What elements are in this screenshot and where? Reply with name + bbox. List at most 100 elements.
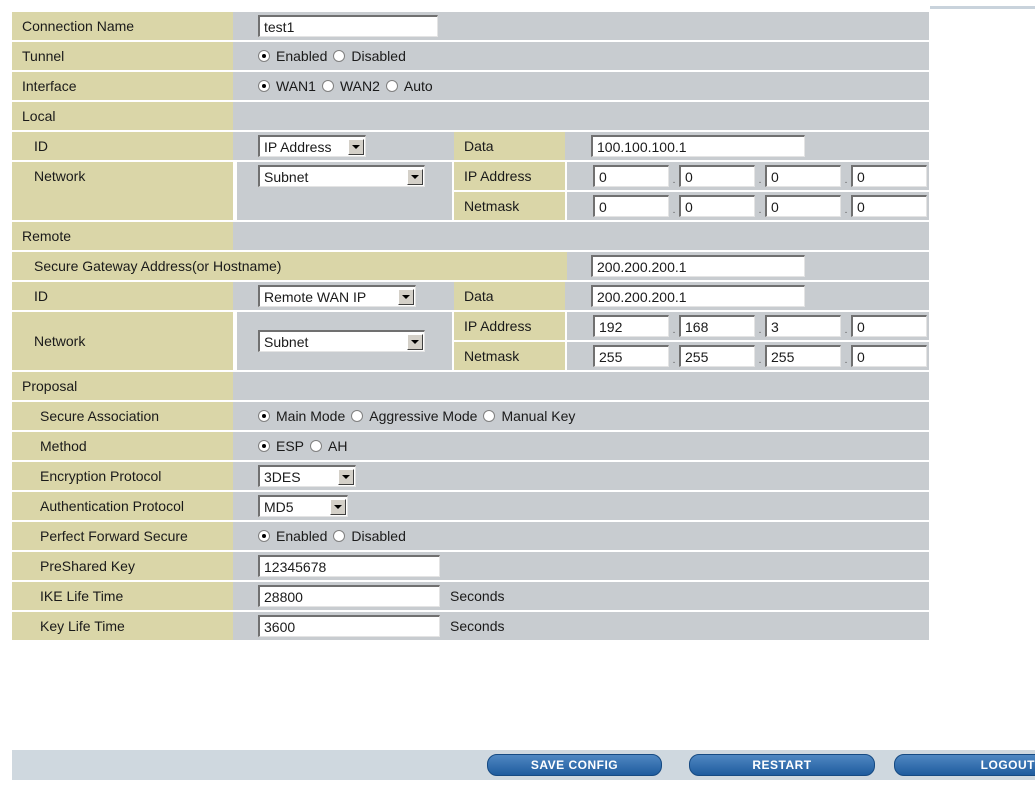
local-ip-octet-3[interactable]: 0 [765, 165, 841, 187]
connection-name-label: Connection Name [12, 12, 233, 40]
local-ip-octet-2[interactable]: 0 [679, 165, 755, 187]
interface-auto-label: Auto [403, 78, 433, 94]
button-bar: SAVE CONFIG RESTART LOGOUT [12, 750, 1035, 780]
authentication-protocol-value: MD5 [264, 498, 294, 515]
top-divider [930, 6, 1035, 9]
remote-network-select-value: Subnet [264, 333, 309, 350]
preshared-key-label: PreShared Key [12, 552, 233, 580]
remote-id-select[interactable]: Remote WAN IP [258, 285, 416, 307]
logout-button[interactable]: LOGOUT [894, 754, 1035, 776]
remote-ip-octet-1[interactable]: 192 [593, 315, 669, 337]
remote-netmask-label: Netmask [454, 342, 565, 370]
sa-manual-key-label: Manual Key [501, 408, 576, 424]
key-seconds-label: Seconds [450, 618, 505, 634]
row-remote-id: ID Remote WAN IP Data 200.200.200.1 [12, 282, 929, 310]
sa-main-mode-radio[interactable] [258, 410, 270, 422]
restart-button[interactable]: RESTART [689, 754, 875, 776]
local-id-select[interactable]: IP Address [258, 135, 366, 157]
save-config-button[interactable]: SAVE CONFIG [487, 754, 662, 776]
tunnel-label: Tunnel [12, 42, 233, 70]
chevron-down-icon [398, 288, 414, 305]
row-proposal-section: Proposal [12, 372, 929, 400]
tunnel-disabled-radio[interactable] [333, 50, 346, 62]
row-method: Method ESP AH [12, 432, 929, 460]
row-interface: Interface WAN1 WAN2 Auto [12, 72, 929, 100]
pfs-enabled-radio[interactable] [258, 530, 270, 542]
row-encryption-protocol: Encryption Protocol 3DES [12, 462, 929, 490]
pfs-disabled-radio[interactable] [333, 530, 346, 542]
remote-network-select[interactable]: Subnet [258, 330, 425, 352]
encryption-protocol-select[interactable]: 3DES [258, 465, 356, 487]
pfs-enabled-label: Enabled [276, 528, 328, 544]
vpn-connection-form: Connection Name test1 Tunnel Enabled Dis… [12, 12, 929, 642]
chevron-down-icon [338, 468, 354, 485]
ike-life-time-input[interactable]: 28800 [258, 585, 440, 607]
authentication-protocol-label: Authentication Protocol [12, 492, 233, 520]
interface-auto-radio[interactable] [385, 80, 398, 92]
remote-data-label: Data [454, 282, 565, 310]
row-local-section: Local [12, 102, 929, 130]
remote-ip-octet-2[interactable]: 168 [679, 315, 755, 337]
local-network-label: Network [34, 168, 86, 184]
interface-wan2-radio[interactable] [321, 80, 334, 92]
row-authentication-protocol: Authentication Protocol MD5 [12, 492, 929, 520]
remote-ip-octet-3[interactable]: 3 [765, 315, 841, 337]
proposal-section-label: Proposal [12, 372, 233, 400]
sa-manual-key-radio[interactable] [483, 410, 496, 422]
key-life-time-input[interactable]: 3600 [258, 615, 440, 637]
tunnel-enabled-radio[interactable] [258, 50, 270, 62]
row-secure-association: Secure Association Main Mode Aggressive … [12, 402, 929, 430]
row-ike-life-time: IKE Life Time 28800 Seconds [12, 582, 929, 610]
remote-ip-label: IP Address [454, 312, 565, 340]
local-ip-octet-1[interactable]: 0 [593, 165, 669, 187]
sa-aggressive-mode-radio[interactable] [351, 410, 364, 422]
row-tunnel: Tunnel Enabled Disabled [12, 42, 929, 70]
local-ip-label: IP Address [454, 162, 565, 190]
local-id-select-value: IP Address [264, 138, 332, 155]
interface-wan1-label: WAN1 [276, 78, 316, 94]
key-life-time-label: Key Life Time [12, 612, 233, 640]
ike-life-time-label: IKE Life Time [12, 582, 233, 610]
method-esp-radio[interactable] [258, 440, 270, 452]
method-esp-label: ESP [276, 438, 305, 454]
remote-netmask-octet-1[interactable]: 255 [593, 345, 669, 367]
tunnel-enabled-label: Enabled [276, 48, 328, 64]
remote-netmask-octet-2[interactable]: 255 [679, 345, 755, 367]
remote-ip-octet-4[interactable]: 0 [851, 315, 927, 337]
authentication-protocol-select[interactable]: MD5 [258, 495, 348, 517]
row-local-network: Network Subnet IP Address 0. 0. 0. 0 Net… [12, 162, 929, 220]
local-netmask-octet-4[interactable]: 0 [851, 195, 927, 217]
local-netmask-octet-3[interactable]: 0 [765, 195, 841, 217]
tunnel-disabled-label: Disabled [351, 48, 406, 64]
row-remote-network: Network Subnet IP Address 192. 168. 3. 0… [12, 312, 929, 370]
interface-wan1-radio[interactable] [258, 80, 270, 92]
preshared-key-input[interactable]: 12345678 [258, 555, 440, 577]
local-netmask-octet-2[interactable]: 0 [679, 195, 755, 217]
method-label: Method [12, 432, 233, 460]
remote-gateway-label: Secure Gateway Address(or Hostname) [12, 252, 567, 280]
encryption-protocol-label: Encryption Protocol [12, 462, 233, 490]
remote-gateway-input[interactable]: 200.200.200.1 [591, 255, 805, 277]
local-netmask-octet-1[interactable]: 0 [593, 195, 669, 217]
local-section-label: Local [12, 102, 233, 130]
row-connection-name: Connection Name test1 [12, 12, 929, 40]
remote-netmask-octet-3[interactable]: 255 [765, 345, 841, 367]
encryption-protocol-value: 3DES [264, 468, 301, 485]
pfs-disabled-label: Disabled [351, 528, 406, 544]
method-ah-radio[interactable] [310, 440, 323, 452]
local-data-label: Data [454, 132, 565, 160]
local-data-input[interactable]: 100.100.100.1 [591, 135, 805, 157]
chevron-down-icon [330, 498, 346, 515]
remote-id-label: ID [12, 282, 233, 310]
chevron-down-icon [348, 138, 364, 155]
chevron-down-icon [407, 333, 423, 350]
chevron-down-icon [407, 168, 423, 185]
local-network-select[interactable]: Subnet [258, 165, 425, 187]
row-remote-section: Remote [12, 222, 929, 250]
remote-data-input[interactable]: 200.200.200.1 [591, 285, 805, 307]
ike-seconds-label: Seconds [450, 588, 505, 604]
local-ip-octet-4[interactable]: 0 [851, 165, 927, 187]
remote-netmask-octet-4[interactable]: 0 [851, 345, 927, 367]
interface-label: Interface [12, 72, 233, 100]
connection-name-input[interactable]: test1 [258, 15, 438, 37]
